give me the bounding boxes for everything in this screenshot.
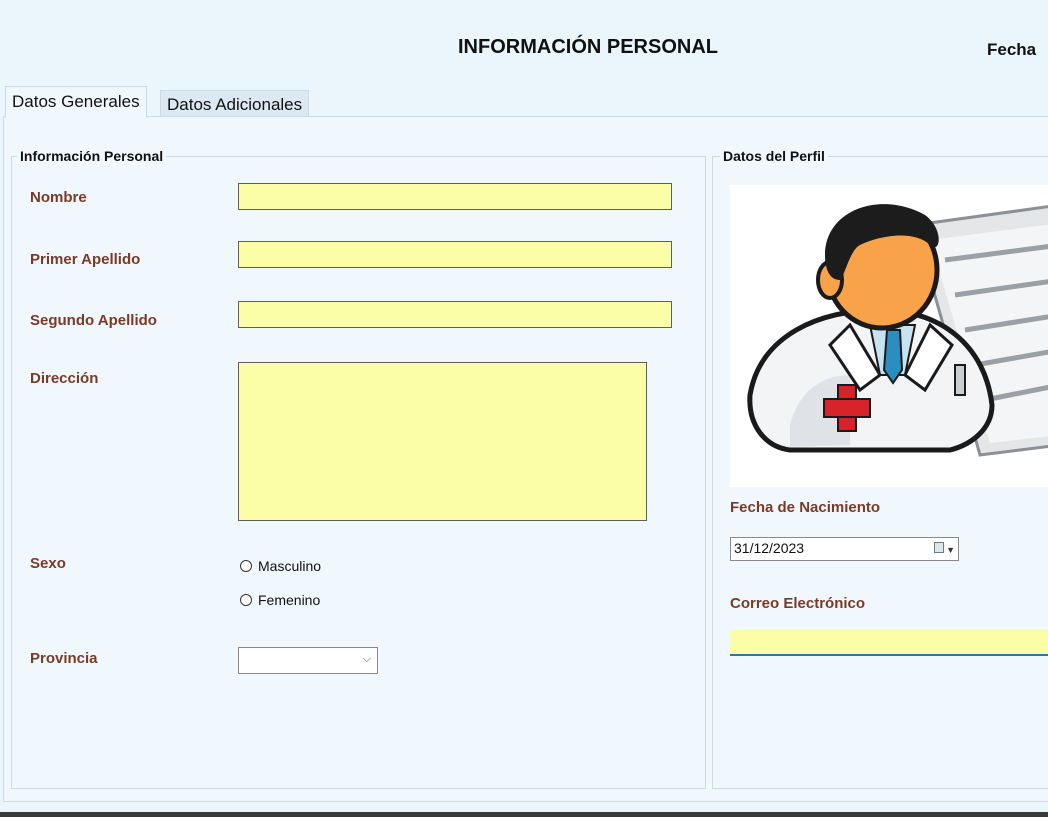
segundo-apellido-input[interactable]: [238, 301, 672, 328]
personal-info-group-title: Información Personal: [17, 148, 167, 164]
fecha-nacimiento-value: 31/12/2023: [734, 540, 805, 556]
fecha-header-label: Fecha: [987, 40, 1037, 59]
nombre-input[interactable]: [238, 183, 672, 210]
bottom-border: [0, 812, 1048, 817]
profile-group-title: Datos del Perfil: [720, 148, 828, 164]
direccion-label: Dirección: [30, 370, 99, 387]
nombre-label: Nombre: [30, 189, 87, 206]
tab-bar: Datos Generales Datos Adicionales: [0, 84, 1048, 118]
tab-datos-adicionales[interactable]: Datos Adicionales: [160, 90, 310, 117]
fecha-nacimiento-label: Fecha de Nacimiento: [730, 499, 881, 516]
femenino-radio-label: Femenino: [258, 592, 321, 608]
dropdown-arrow-icon[interactable]: ▼: [946, 540, 955, 560]
femenino-radio[interactable]: Femenino: [240, 592, 320, 608]
correo-label: Correo Electrónico: [730, 595, 866, 612]
tab-datos-generales[interactable]: Datos Generales: [5, 86, 147, 118]
radio-circle-icon: [240, 560, 252, 572]
provincia-label: Provincia: [30, 650, 98, 667]
primer-apellido-input[interactable]: [238, 241, 672, 268]
doctor-avatar-icon: [730, 185, 1048, 487]
chevron-down-icon: ⌵: [362, 653, 371, 665]
calendar-icon[interactable]: [934, 542, 944, 553]
fecha-nacimiento-picker[interactable]: 31/12/2023 ▼: [730, 537, 959, 561]
provincia-select[interactable]: ⌵: [238, 647, 378, 674]
primer-apellido-label: Primer Apellido: [30, 251, 141, 268]
page-title: INFORMACIÓN PERSONAL: [458, 36, 718, 58]
radio-circle-icon: [240, 594, 252, 606]
correo-input[interactable]: [730, 630, 1048, 656]
masculino-radio-label: Masculino: [258, 558, 322, 574]
direccion-textarea[interactable]: [238, 362, 647, 521]
masculino-radio[interactable]: Masculino: [240, 558, 321, 574]
segundo-apellido-label: Segundo Apellido: [30, 312, 157, 329]
sexo-label: Sexo: [30, 555, 66, 572]
